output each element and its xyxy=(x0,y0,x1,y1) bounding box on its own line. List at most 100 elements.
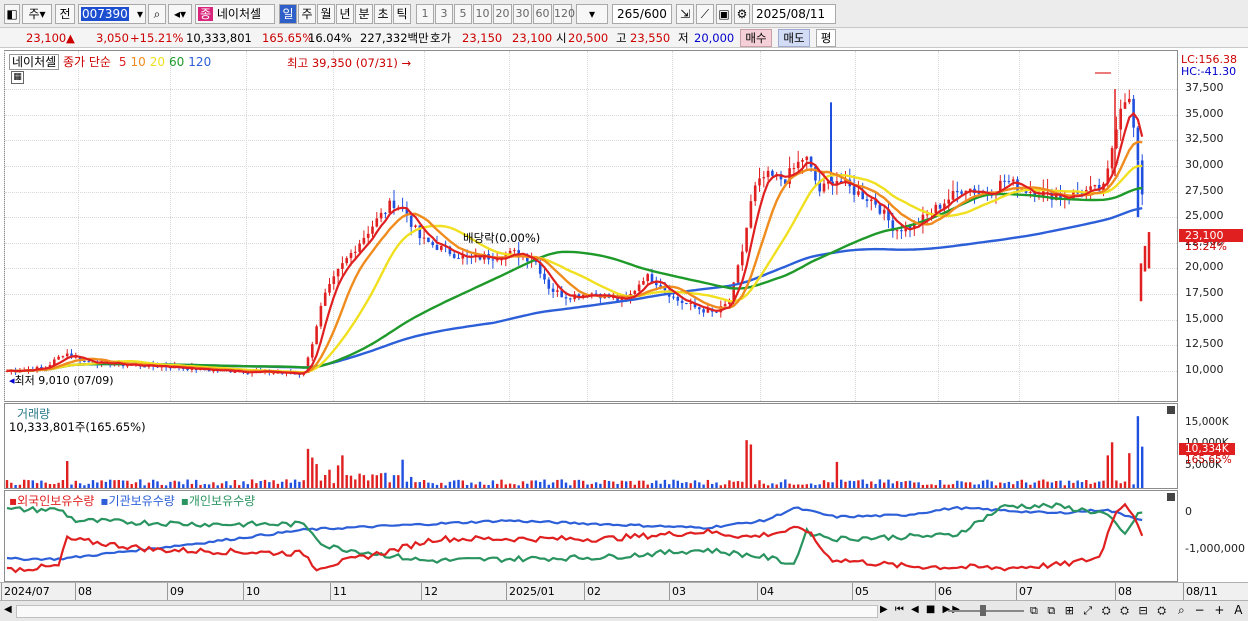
volume-bar xyxy=(895,481,899,488)
buy-button[interactable]: 매수 xyxy=(740,29,772,47)
volume-bar xyxy=(130,483,133,488)
volume-bar xyxy=(70,484,73,488)
volume-ytick: 15,000K xyxy=(1185,415,1229,428)
zoom-icons[interactable]: ⌕ − + A xyxy=(1178,603,1245,618)
stock-code-value: 007390 xyxy=(81,7,129,21)
volume-bar xyxy=(762,483,765,488)
volume-bar xyxy=(216,485,219,488)
volume-bar xyxy=(465,484,469,488)
volume-bar xyxy=(969,482,972,488)
volume-bar xyxy=(801,484,804,488)
volume-bar xyxy=(990,481,993,488)
minute-tab[interactable]: 30 xyxy=(513,4,532,24)
volume-bar xyxy=(655,480,658,488)
period-tab[interactable]: 틱 xyxy=(393,4,411,24)
period-tab[interactable]: 월 xyxy=(317,4,335,24)
scroll-left-icon[interactable]: ◀ xyxy=(4,604,12,615)
pane-close-icon[interactable] xyxy=(1167,406,1175,414)
minute-tab[interactable]: 20 xyxy=(493,4,512,24)
speaker-icon[interactable]: ◂▾ xyxy=(168,4,192,24)
zoom-slider[interactable] xyxy=(948,610,1024,612)
volume-bar xyxy=(1132,484,1135,488)
volume-bar xyxy=(844,481,847,488)
market-select[interactable]: 주▾ xyxy=(22,4,52,24)
candle-body xyxy=(771,170,774,176)
volume-pane[interactable]: 거래량 10,333,801주(165.65%) xyxy=(4,403,1178,489)
volume-bar xyxy=(427,482,430,488)
count-input[interactable]: 265/600 xyxy=(612,4,672,24)
minute-tab[interactable]: 120 xyxy=(553,4,575,24)
fit-icon[interactable]: ⇲ xyxy=(676,4,694,24)
search-icon[interactable]: ⌕ xyxy=(148,4,166,24)
price-chart[interactable] xyxy=(5,51,1177,401)
zoom-slider-handle[interactable] xyxy=(980,605,986,616)
scroll-bar: ◀ ▶ ⏮ ◀ ■ ▶▶ ⧉ ⧉ ⊞ ⤢ ⛭ ⛭ ⊟ ⛭ ⌕ − + A xyxy=(0,600,1248,621)
candle-body xyxy=(723,304,727,307)
pane-close-icon[interactable] xyxy=(1167,493,1175,501)
layout-icon[interactable]: ◧ xyxy=(4,4,20,24)
volume-bar xyxy=(483,484,486,488)
period-tab[interactable]: 분 xyxy=(355,4,373,24)
volume-bar xyxy=(1115,480,1118,488)
candle-body xyxy=(323,292,327,306)
volume-bar xyxy=(642,480,645,488)
period-tab[interactable]: 일 xyxy=(279,4,297,24)
volume-bar xyxy=(203,484,206,488)
price-ytick: 25,000 xyxy=(1185,209,1224,223)
volume-bar xyxy=(1033,482,1036,488)
volume-bar xyxy=(732,481,735,488)
save-icon[interactable]: ▣ xyxy=(716,4,732,24)
volume-bar xyxy=(44,482,47,488)
prev-button[interactable]: 전 xyxy=(55,4,75,24)
ma60-line xyxy=(6,186,1143,373)
volume-bar xyxy=(741,481,744,488)
candle-body xyxy=(805,156,809,160)
period-tab[interactable]: 초 xyxy=(374,4,392,24)
volume-bar xyxy=(719,485,722,488)
volume-bar xyxy=(117,479,120,488)
holder-pane[interactable]: ▪외국인보유수량 ▪기관보유수량 ▪개인보유수량 xyxy=(4,490,1178,582)
date-tick xyxy=(935,583,936,600)
chevron-down-icon[interactable]: ▾ xyxy=(137,5,143,23)
stock-name-box[interactable]: 종 네이처셀 xyxy=(195,4,275,24)
period-tab[interactable]: 주 xyxy=(298,4,316,24)
ma10-line xyxy=(6,140,1143,375)
tool-icons[interactable]: ⧉ ⧉ ⊞ ⤢ ⛭ ⛭ ⊟ ⛭ xyxy=(1030,604,1169,618)
price-pane[interactable]: 네이처셀 종가 단순 5 10 20 60 120 ▦ 최고 39,350 (07/31… xyxy=(4,50,1178,402)
candle-body xyxy=(745,227,748,252)
candle-body xyxy=(702,309,705,313)
volume-bar xyxy=(48,483,52,488)
volume-bar xyxy=(835,461,839,488)
eval-button[interactable]: 평 xyxy=(816,29,836,47)
date-input[interactable]: 2025/08/11▦ xyxy=(752,4,836,39)
gear-icon[interactable]: ⚙ xyxy=(734,4,750,24)
minute-dropdown[interactable]: ▾ xyxy=(576,4,608,24)
volume-bar xyxy=(534,480,538,488)
table-icon[interactable]: ▦ xyxy=(11,71,24,84)
holder-legend-item: ▪외국인보유수량 xyxy=(9,494,95,508)
volume-bar xyxy=(91,480,95,488)
minute-tab[interactable]: 1 xyxy=(416,4,434,24)
volume-bar xyxy=(375,475,378,488)
volume-bar xyxy=(547,484,550,488)
ma-period-label: 20 xyxy=(149,55,166,69)
volume-bar xyxy=(100,480,103,488)
sell-button[interactable]: 매도 xyxy=(778,29,810,47)
minute-tab[interactable]: 3 xyxy=(435,4,453,24)
volume-chart[interactable] xyxy=(5,404,1177,488)
scroll-track[interactable] xyxy=(16,605,878,618)
minute-tab[interactable]: 60 xyxy=(533,4,552,24)
volume-bar xyxy=(616,483,619,488)
date-value: 2025/08/11 xyxy=(756,7,826,21)
line-tool-icon[interactable]: ⟋ xyxy=(696,4,714,24)
minute-tab[interactable]: 5 xyxy=(454,4,472,24)
minute-tab[interactable]: 10 xyxy=(473,4,492,24)
stock-code-input[interactable]: 007390 ▾ xyxy=(78,4,146,24)
candle-body xyxy=(938,204,942,209)
candle-body xyxy=(857,191,860,195)
market-label: 주 xyxy=(28,7,40,21)
volume-bar xyxy=(564,482,568,488)
volume-bar xyxy=(818,484,821,488)
period-tab[interactable]: 년 xyxy=(336,4,354,24)
date-tick xyxy=(584,583,585,600)
